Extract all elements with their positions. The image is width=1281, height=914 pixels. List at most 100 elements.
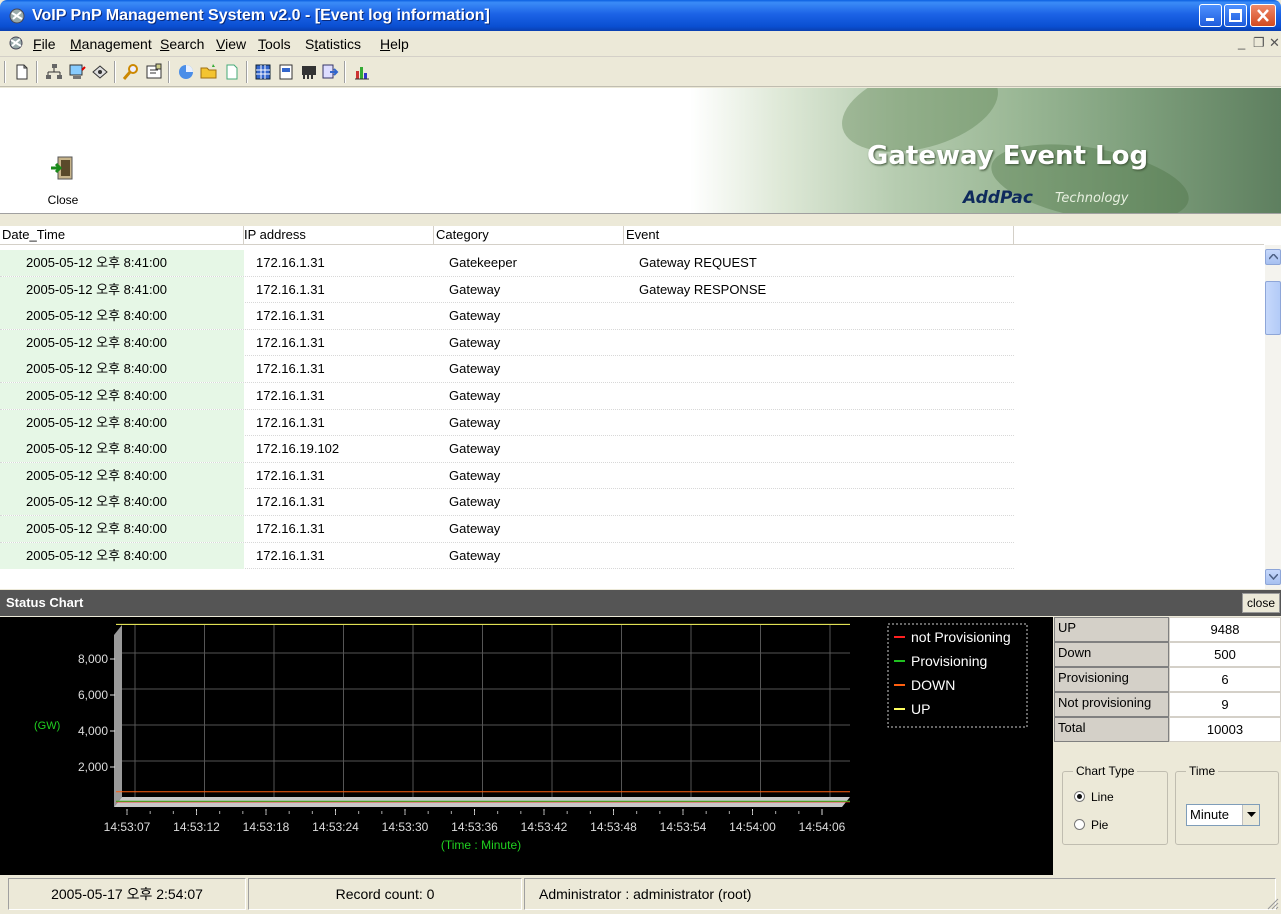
legend-label: not Provisioning	[911, 629, 1011, 645]
chart-type-line-radio[interactable]: Line	[1074, 790, 1114, 804]
table-row[interactable]: 2005-05-12 오후 8:40:00 172.16.1.31 Gateway	[0, 542, 1014, 570]
cell-category: Gateway	[449, 547, 501, 563]
column-header-ip-address[interactable]: IP address	[244, 226, 434, 245]
toolbar-separator	[168, 61, 170, 83]
stat-row-up: UP 9488	[1054, 617, 1281, 642]
vertical-scrollbar[interactable]	[1265, 245, 1281, 589]
table-row[interactable]: 2005-05-12 오후 8:41:00 172.16.1.31 Gatekeep…	[0, 250, 1014, 277]
chart-wall	[114, 625, 122, 807]
banner-brand-suffix: Technology	[1055, 191, 1129, 206]
x-tick-label: 14:53:48	[590, 820, 637, 834]
exit-door-icon	[51, 156, 73, 180]
scroll-down-button[interactable]	[1265, 569, 1281, 585]
cell-category: Gateway	[449, 334, 501, 350]
cell-category: Gateway	[449, 441, 501, 457]
export-icon[interactable]	[320, 62, 340, 82]
cell-event: Gateway RESPONSE	[639, 281, 767, 297]
resize-grip-icon[interactable]	[1267, 898, 1279, 910]
monitor-icon[interactable]	[67, 62, 87, 82]
close-window-button[interactable]	[1250, 4, 1276, 27]
table-body: 2005-05-12 오후 8:41:00 172.16.1.31 Gatekeep…	[0, 250, 1014, 570]
minimize-icon	[1206, 18, 1214, 21]
cell-event	[624, 436, 1014, 462]
column-header-event[interactable]: Event	[624, 226, 1014, 245]
cell-ip-address: 172.16.1.31	[256, 494, 325, 510]
column-header-date-time[interactable]: Date_Time	[0, 226, 244, 245]
close-tool-button[interactable]: Close	[38, 88, 88, 207]
column-header-category[interactable]: Category	[434, 226, 624, 245]
cell-event	[624, 356, 1014, 382]
chart-type-group: Chart Type Line Pie	[1062, 764, 1168, 845]
search-icon[interactable]	[121, 62, 141, 82]
dropdown-button[interactable]	[1242, 805, 1259, 825]
chart-type-pie-radio[interactable]: Pie	[1074, 818, 1108, 832]
stat-label: Down	[1054, 642, 1169, 667]
pie-icon[interactable]	[176, 62, 196, 82]
menu-view[interactable]: View	[216, 36, 246, 52]
cell-date-time: 2005-05-12 오후 8:40:00	[0, 382, 244, 409]
menu-tools[interactable]: Tools	[258, 36, 291, 52]
time-unit-select[interactable]: Minute	[1186, 804, 1260, 826]
menu-statistics[interactable]: Statistics	[305, 36, 361, 52]
status-chart-close-button[interactable]: close	[1242, 593, 1280, 613]
banner-area: Close Gateway Event Log AddPac Technolog…	[0, 88, 1281, 214]
menu-management[interactable]: Management	[70, 36, 152, 52]
mdi-close-button[interactable]: ✕	[1269, 35, 1280, 51]
cell-ip-address: 172.16.1.31	[256, 281, 325, 297]
properties-icon[interactable]	[144, 62, 164, 82]
table-row[interactable]: 2005-05-12 오후 8:40:00 172.16.1.31 Gateway	[0, 329, 1014, 357]
device-icon[interactable]	[90, 62, 110, 82]
table-row[interactable]: 2005-05-12 오후 8:40:00 172.16.1.31 Gateway	[0, 462, 1014, 490]
mdi-restore-button[interactable]: ❐	[1253, 35, 1265, 51]
cell-event	[624, 383, 1014, 409]
cell-category: Gateway	[449, 308, 501, 324]
x-tick-label: 14:53:30	[382, 820, 429, 834]
report-icon[interactable]	[276, 62, 296, 82]
table-row[interactable]: 2005-05-12 오후 8:40:00 172.16.1.31 Gateway	[0, 356, 1014, 383]
table-row[interactable]: 2005-05-12 오후 8:40:00 172.16.1.31 Gateway	[0, 515, 1014, 543]
cell-ip-address: 172.16.1.31	[256, 414, 325, 430]
minimize-button[interactable]	[1199, 4, 1222, 27]
title-bar[interactable]: VoIP PnP Management System v2.0 - [Event…	[0, 0, 1281, 31]
new-icon[interactable]	[12, 62, 32, 82]
network-icon[interactable]	[44, 62, 64, 82]
scroll-thumb[interactable]	[1265, 281, 1281, 335]
table-row[interactable]: 2005-05-12 오후 8:40:00 172.16.1.31 Gateway	[0, 303, 1014, 330]
menu-help[interactable]: Help	[380, 36, 409, 52]
stat-row-total: Total 10003	[1054, 717, 1281, 742]
toolbar-separator	[344, 61, 346, 83]
y-tick-label: 8,000	[78, 652, 108, 666]
legend-label: DOWN	[911, 677, 955, 693]
maximize-button[interactable]	[1224, 4, 1247, 27]
menu-bar: File Management Search View Tools Statis…	[0, 31, 1281, 57]
time-label: Time	[1186, 764, 1219, 778]
menu-search[interactable]: Search	[160, 36, 204, 52]
table-row[interactable]: 2005-05-12 오후 8:40:00 172.16.19.102 Gatewa…	[0, 436, 1014, 463]
y-axis-label: (GW)	[34, 720, 60, 732]
folder-open-icon[interactable]	[199, 62, 219, 82]
document-icon[interactable]	[222, 62, 242, 82]
cell-ip-address: 172.16.1.31	[256, 520, 325, 536]
cell-category: Gateway	[449, 361, 501, 377]
stat-label: Not provisioning	[1054, 692, 1169, 717]
cell-category: Gateway	[449, 467, 501, 483]
time-group: Time Minute	[1175, 764, 1279, 845]
x-tick-label: 14:53:36	[451, 820, 498, 834]
chart-icon[interactable]	[352, 62, 372, 82]
y-tick-label: 2,000	[78, 760, 108, 774]
document-window-icon[interactable]	[8, 35, 24, 51]
menu-file[interactable]: File	[33, 36, 56, 52]
status-chart-title: Status Chart	[6, 595, 84, 610]
scroll-up-button[interactable]	[1265, 249, 1281, 265]
table-row[interactable]: 2005-05-12 오후 8:40:00 172.16.1.31 Gateway	[0, 382, 1014, 410]
table-row[interactable]: 2005-05-12 오후 8:40:00 172.16.1.31 Gateway	[0, 409, 1014, 437]
table-row[interactable]: 2005-05-12 오후 8:41:00 172.16.1.31 Gateway G…	[0, 276, 1014, 304]
cell-category: Gatekeeper	[449, 255, 517, 270]
grid-icon[interactable]	[253, 62, 273, 82]
x-tick-label: 14:53:18	[243, 820, 290, 834]
table-row[interactable]: 2005-05-12 오후 8:40:00 172.16.1.31 Gateway	[0, 489, 1014, 516]
table-header: Date_Time IP address Category Event	[0, 226, 1264, 245]
mdi-minimize-button[interactable]: _	[1238, 35, 1245, 50]
cell-ip-address: 172.16.1.31	[256, 361, 325, 377]
chip-icon[interactable]	[299, 62, 319, 82]
